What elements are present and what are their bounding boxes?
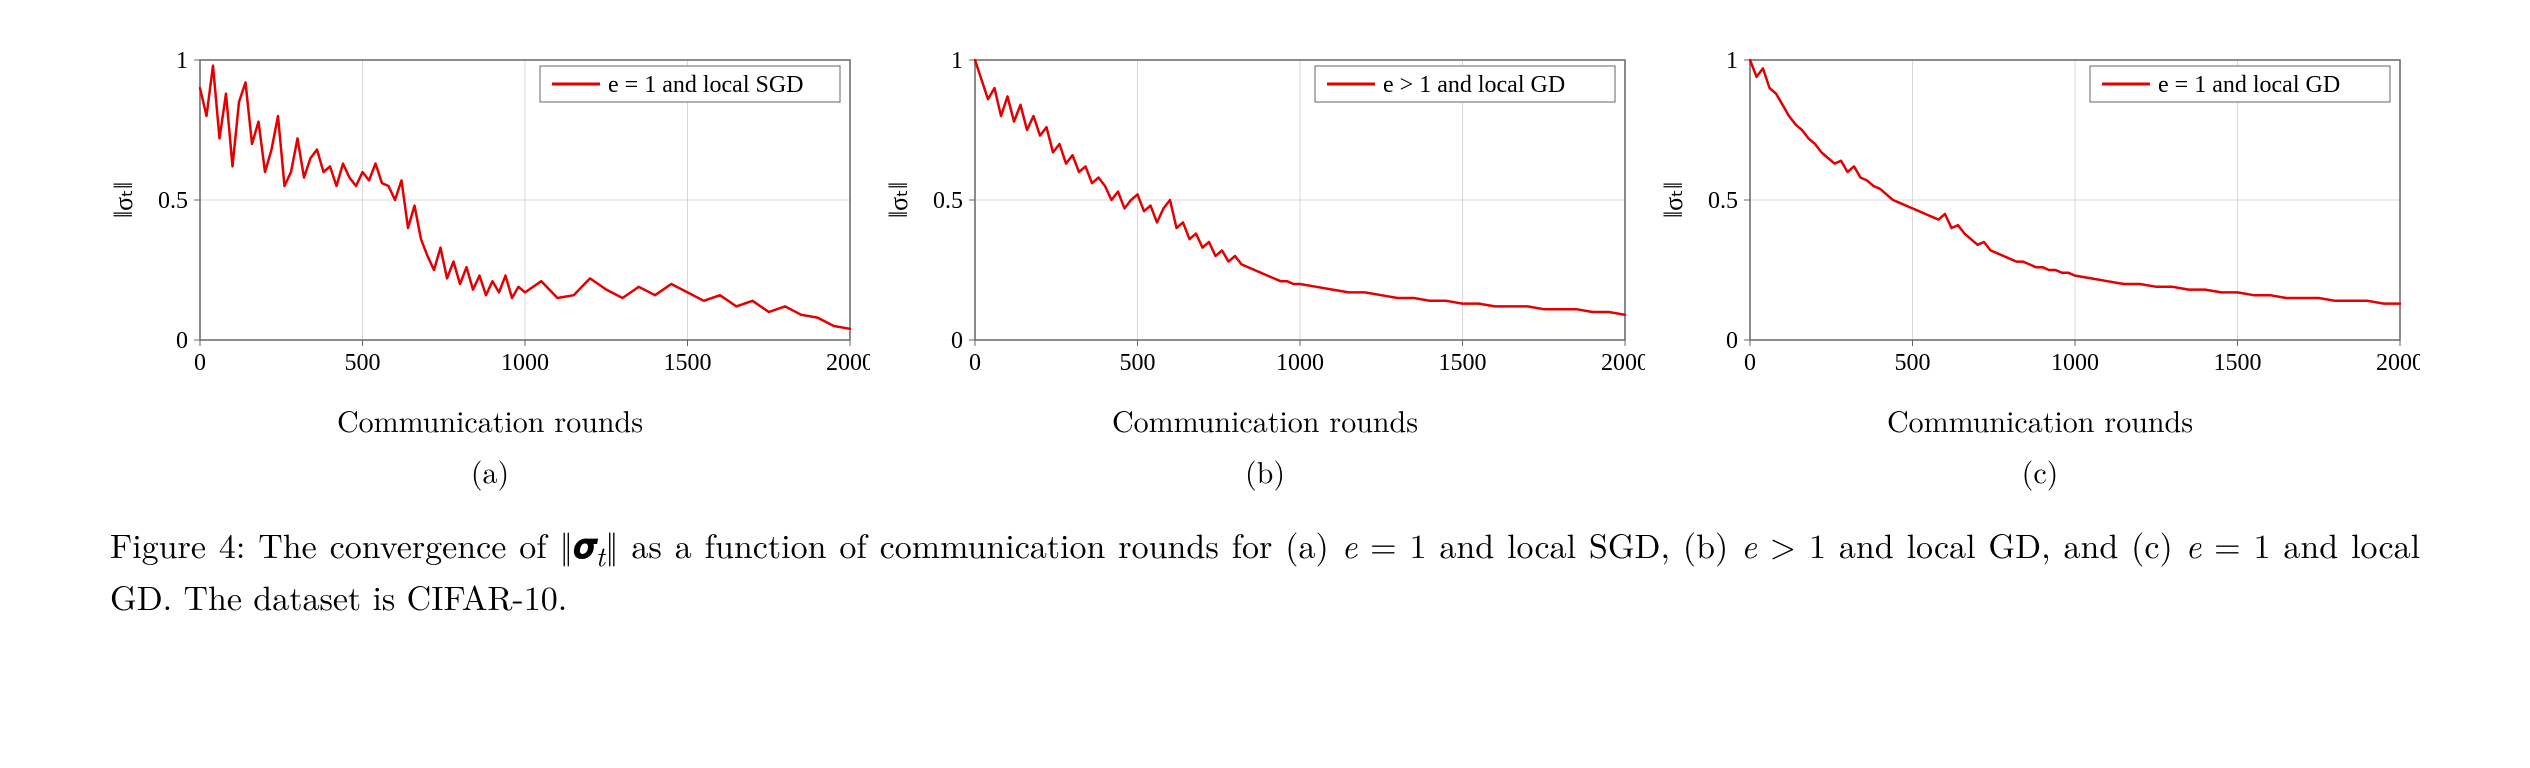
panel-a: 0 500 1000 1500 2000 0 0.5 1 ‖σₜ‖ e = 1 and local… bbox=[110, 40, 870, 492]
svg-text:500: 500 bbox=[1120, 350, 1156, 376]
svg-text:1000: 1000 bbox=[501, 350, 549, 376]
figure-caption: Figure 4: The convergence of ‖𝝈t‖ as a f… bbox=[110, 522, 2420, 620]
svg-text:0: 0 bbox=[176, 328, 188, 354]
svg-text:‖σₜ‖: ‖σₜ‖ bbox=[110, 182, 138, 218]
svg-text:1500: 1500 bbox=[1439, 350, 1487, 376]
panel-b: 0 500 1000 1500 2000 0 0.5 1 ‖σₜ‖ e > 1 and local… bbox=[885, 40, 1645, 492]
svg-text:1: 1 bbox=[951, 48, 963, 74]
svg-text:1500: 1500 bbox=[2214, 350, 2262, 376]
svg-text:0: 0 bbox=[1726, 328, 1738, 354]
svg-text:500: 500 bbox=[1895, 350, 1931, 376]
svg-text:1000: 1000 bbox=[2051, 350, 2099, 376]
svg-text:e = 1 and local GD: e = 1 and local GD bbox=[2158, 72, 2340, 98]
chart-b: 0 500 1000 1500 2000 0 0.5 1 ‖σₜ‖ e > 1 and local… bbox=[885, 40, 1645, 400]
svg-text:2000: 2000 bbox=[826, 350, 870, 376]
panel-label-b: (b) bbox=[885, 449, 1645, 492]
svg-text:1: 1 bbox=[176, 48, 188, 74]
panel-c: 0 500 1000 1500 2000 0 0.5 1 ‖σₜ‖ e = 1 and local… bbox=[1660, 40, 2420, 492]
svg-text:2000: 2000 bbox=[1601, 350, 1645, 376]
svg-text:0: 0 bbox=[969, 350, 981, 376]
svg-text:1000: 1000 bbox=[1276, 350, 1324, 376]
svg-text:‖σₜ‖: ‖σₜ‖ bbox=[885, 182, 913, 218]
figure: 050010001500200000.51‖σₜ‖e = 1 and local… bbox=[0, 0, 2530, 660]
chart-c: 0 500 1000 1500 2000 0 0.5 1 ‖σₜ‖ e = 1 and local… bbox=[1660, 40, 2420, 400]
chart-a: 0 500 1000 1500 2000 0 0.5 1 ‖σₜ‖ e = 1 and local… bbox=[110, 40, 870, 400]
panel-row: 050010001500200000.51‖σₜ‖e = 1 and local… bbox=[110, 40, 2420, 492]
xlabel-b: Communication rounds bbox=[885, 398, 1645, 441]
panel-label-a: (a) bbox=[110, 449, 870, 492]
svg-text:500: 500 bbox=[345, 350, 381, 376]
svg-text:0: 0 bbox=[1744, 350, 1756, 376]
svg-text:0.5: 0.5 bbox=[933, 188, 963, 214]
svg-text:1500: 1500 bbox=[664, 350, 712, 376]
svg-text:e = 1 and local SGD: e = 1 and local SGD bbox=[608, 72, 804, 98]
figure-number: Figure 4: bbox=[110, 520, 245, 568]
svg-text:0.5: 0.5 bbox=[158, 188, 188, 214]
xlabel-a: Communication rounds bbox=[110, 398, 870, 441]
svg-text:0: 0 bbox=[194, 350, 206, 376]
panel-label-c: (c) bbox=[1660, 449, 2420, 492]
svg-text:2000: 2000 bbox=[2376, 350, 2420, 376]
svg-text:0.5: 0.5 bbox=[1708, 188, 1738, 214]
svg-text:1: 1 bbox=[1726, 48, 1738, 74]
svg-text:e > 1 and local GD: e > 1 and local GD bbox=[1383, 72, 1565, 98]
svg-text:‖σₜ‖: ‖σₜ‖ bbox=[1660, 182, 1688, 218]
xlabel-c: Communication rounds bbox=[1660, 398, 2420, 441]
svg-text:0: 0 bbox=[951, 328, 963, 354]
